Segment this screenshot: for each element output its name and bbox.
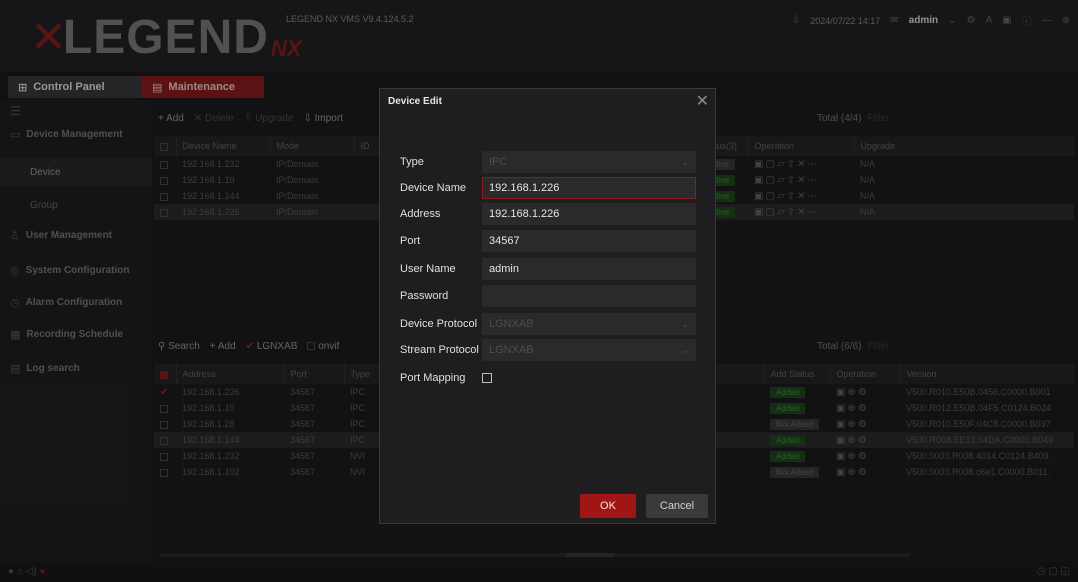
port-mapping-checkbox[interactable] [482,373,492,383]
password-input[interactable] [482,285,696,307]
device-protocol-row: Device Protocol LGNXAB ⌄ [400,313,696,335]
type-value: IPC [489,156,508,168]
address-row: Address 192.168.1.226 [400,203,696,225]
device-protocol-select: LGNXAB ⌄ [482,313,696,335]
stream-protocol-select: LGNXAB ⌄ [482,339,696,361]
chevron-down-icon: ⌄ [681,344,689,355]
device-protocol-value: LGNXAB [489,318,534,330]
device-name-label: Device Name [400,182,467,194]
dialog-title: Device Edit [388,96,442,107]
user-name-label: User Name [400,263,456,275]
user-name-value: admin [489,263,519,275]
type-select: IPC ⌄ [482,151,696,173]
stream-protocol-label: Stream Protocol [400,344,479,356]
device-name-input[interactable]: 192.168.1.226 [482,177,696,199]
device-name-value: 192.168.1.226 [489,182,560,194]
port-mapping-row: Port Mapping [400,367,696,389]
port-mapping-label: Port Mapping [400,372,466,384]
device-edit-dialog: Device Edit ✕ Type IPC ⌄ Device Name 192.… [379,88,716,524]
address-value: 192.168.1.226 [489,208,560,220]
password-label: Password [400,290,449,302]
port-row: Port 34567 [400,230,696,252]
ok-button[interactable]: OK [580,494,636,518]
user-name-input[interactable]: admin [482,258,696,280]
device-protocol-label: Device Protocol [400,318,478,330]
address-input[interactable]: 192.168.1.226 [482,203,696,225]
stream-protocol-value: LGNXAB [489,344,534,356]
port-value: 34567 [489,235,520,247]
chevron-down-icon: ⌄ [681,318,689,329]
cancel-button[interactable]: Cancel [646,494,708,518]
device-name-row: Device Name 192.168.1.226 [400,177,696,199]
chevron-down-icon: ⌄ [681,156,689,167]
address-label: Address [400,208,441,220]
port-label: Port [400,235,421,247]
user-name-row: User Name admin [400,258,696,280]
stream-protocol-row: Stream Protocol LGNXAB ⌄ [400,339,696,361]
close-icon[interactable]: ✕ [696,91,709,111]
port-input[interactable]: 34567 [482,230,696,252]
type-label: Type [400,156,424,168]
type-row: Type IPC ⌄ [400,151,696,173]
password-row: Password [400,285,696,307]
